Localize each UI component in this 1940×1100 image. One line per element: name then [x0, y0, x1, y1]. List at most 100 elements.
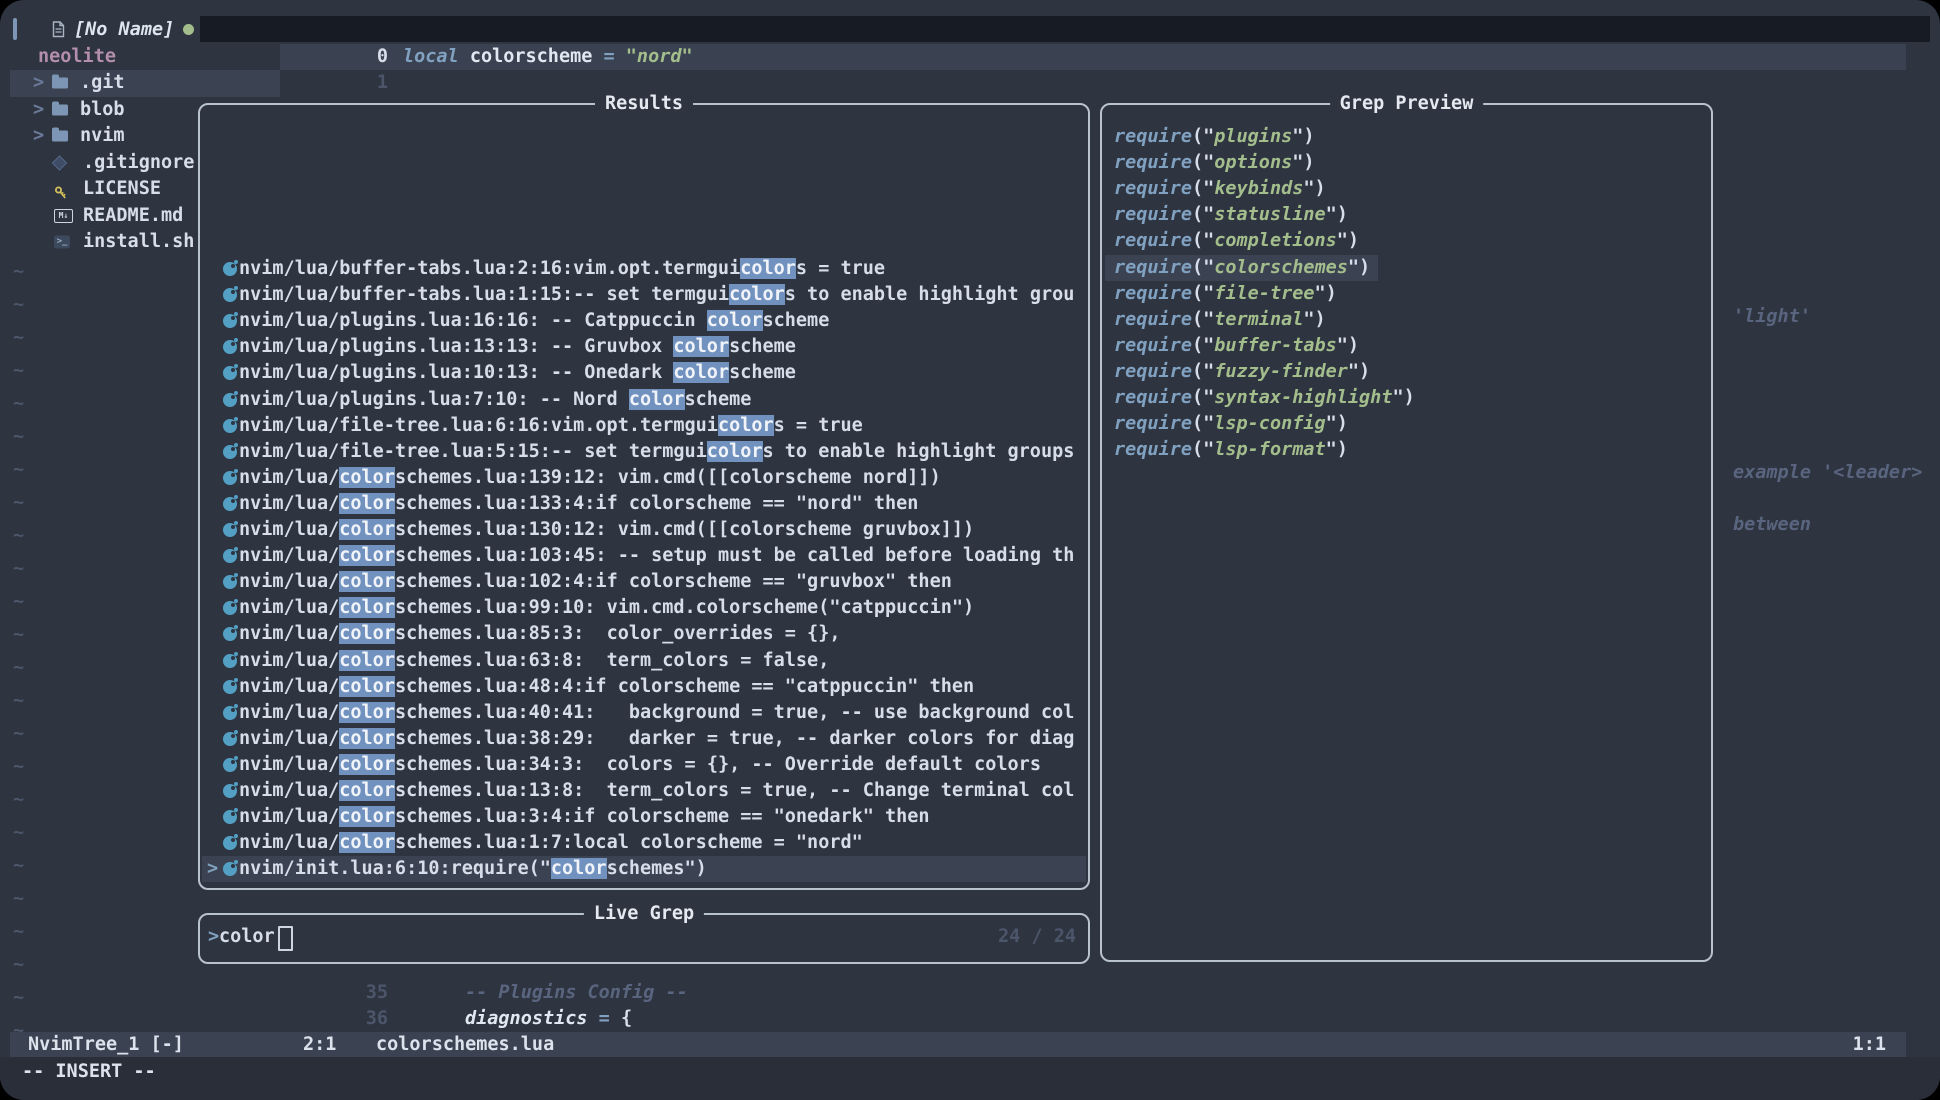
- module-string: completions: [1214, 230, 1337, 251]
- tilde: ~: [13, 295, 24, 315]
- result-text: nvim/lua/colorschemes.lua:103:45: -- set…: [239, 543, 1074, 569]
- result-text: nvim/lua/colorschemes.lua:85:3: color_ov…: [239, 621, 840, 647]
- tab-no-name[interactable]: [No Name]: [40, 15, 206, 43]
- result-row[interactable]: nvim/lua/buffer-tabs.lua:1:15:-- set ter…: [202, 282, 1086, 308]
- chevron-right-icon[interactable]: >: [33, 70, 44, 97]
- match-highlight: color: [339, 728, 395, 749]
- result-row[interactable]: nvim/lua/colorschemes.lua:139:12: vim.cm…: [202, 465, 1086, 491]
- match-highlight: color: [339, 467, 395, 488]
- require-keyword: require: [1114, 309, 1192, 330]
- close-paren-quote: "): [1315, 283, 1337, 304]
- close-paren-quote: "): [1326, 204, 1348, 225]
- preview-line-content: require("plugins"): [1105, 124, 1323, 150]
- lua-file-icon: [223, 288, 237, 302]
- result-row[interactable]: nvim/lua/colorschemes.lua:34:3: colors =…: [202, 752, 1086, 778]
- file-tree-root[interactable]: neolite: [38, 44, 116, 71]
- result-row[interactable]: nvim/lua/file-tree.lua:5:15:-- set termg…: [202, 439, 1086, 465]
- result-row[interactable]: nvim/lua/colorschemes.lua:102:4:if color…: [202, 569, 1086, 595]
- file-name: nvim: [80, 123, 125, 150]
- buffer-fragment-leader: example '<leader>: [1733, 460, 1922, 486]
- result-row[interactable]: nvim/lua/plugins.lua:10:13: -- Onedark c…: [202, 360, 1086, 386]
- results-counter: 24 / 24: [998, 915, 1076, 959]
- result-text: nvim/lua/colorschemes.lua:63:8: term_col…: [239, 648, 829, 674]
- tab-indicator-bar: [13, 18, 17, 40]
- open-paren-quote: (": [1192, 178, 1214, 199]
- lua-file-icon: [223, 419, 237, 433]
- chevron-right-icon[interactable]: >: [33, 123, 44, 150]
- chevron-right-icon[interactable]: >: [33, 97, 44, 124]
- result-row[interactable]: nvim/lua/colorschemes.lua:40:41: backgro…: [202, 700, 1086, 726]
- tilde: ~: [13, 691, 24, 711]
- match-highlight: color: [339, 754, 395, 775]
- match-highlight: color: [729, 284, 785, 305]
- result-row[interactable]: nvim/lua/colorschemes.lua:103:45: -- set…: [202, 543, 1086, 569]
- preview-line: require("file-tree"): [1102, 281, 1705, 307]
- result-row[interactable]: nvim/lua/colorschemes.lua:85:3: color_ov…: [202, 621, 1086, 647]
- match-highlight: color: [339, 545, 395, 566]
- tilde: ~: [13, 625, 24, 645]
- file-tree-item-.git[interactable]: >.git: [10, 70, 280, 97]
- close-paren-quote: "): [1337, 230, 1359, 251]
- result-row[interactable]: nvim/lua/colorschemes.lua:38:29: darker …: [202, 726, 1086, 752]
- result-row[interactable]: nvim/lua/colorschemes.lua:63:8: term_col…: [202, 648, 1086, 674]
- preview-line-content: require("statusline"): [1105, 202, 1356, 228]
- key-icon: [54, 182, 68, 196]
- editor-code-line-35: -- Plugins Config --: [465, 980, 688, 1006]
- match-highlight: color: [339, 623, 395, 644]
- match-highlight: color: [339, 676, 395, 697]
- result-text: nvim/lua/buffer-tabs.lua:2:16:vim.opt.te…: [239, 256, 885, 282]
- folder-icon: [52, 131, 68, 142]
- result-text: nvim/lua/colorschemes.lua:48:4:if colors…: [239, 674, 974, 700]
- result-text: nvim/lua/plugins.lua:16:16: -- Catppucci…: [239, 308, 829, 334]
- preview-line: require("completions"): [1102, 228, 1705, 254]
- live-grep-panel[interactable]: Live Grep > color 24 / 24: [198, 913, 1090, 964]
- tilde: ~: [13, 526, 24, 546]
- tilde: ~: [13, 361, 24, 381]
- result-text: nvim/lua/colorschemes.lua:139:12: vim.cm…: [239, 465, 941, 491]
- module-string: statusline: [1214, 204, 1325, 225]
- module-string: colorschemes: [1214, 257, 1348, 278]
- match-highlight: color: [629, 389, 685, 410]
- result-text: nvim/init.lua:6:10:require("colorschemes…: [239, 856, 707, 882]
- result-row[interactable]: nvim/lua/file-tree.lua:6:16:vim.opt.term…: [202, 413, 1086, 439]
- preview-line-content: require("lsp-config"): [1105, 411, 1356, 437]
- result-row[interactable]: nvim/lua/colorschemes.lua:133:4:if color…: [202, 491, 1086, 517]
- result-row[interactable]: nvim/lua/colorschemes.lua:99:10: vim.cmd…: [202, 595, 1086, 621]
- result-text: nvim/lua/colorschemes.lua:34:3: colors =…: [239, 752, 1041, 778]
- preview-line: require("lsp-format"): [1102, 437, 1705, 463]
- result-row[interactable]: nvim/lua/colorschemes.lua:3:4:if colorsc…: [202, 804, 1086, 830]
- file-name: .gitignore: [83, 150, 194, 177]
- result-row[interactable]: nvim/lua/colorschemes.lua:1:7:local colo…: [202, 830, 1086, 856]
- result-row[interactable]: nvim/lua/colorschemes.lua:48:4:if colors…: [202, 674, 1086, 700]
- close-paren-quote: "): [1303, 178, 1325, 199]
- prompt-caret: >: [208, 915, 219, 959]
- require-keyword: require: [1114, 178, 1192, 199]
- match-highlight: color: [673, 362, 729, 383]
- lua-file-icon: [223, 836, 237, 850]
- close-paren-quote: "): [1326, 413, 1348, 434]
- open-paren-quote: (": [1192, 204, 1214, 225]
- result-text: nvim/lua/colorschemes.lua:99:10: vim.cmd…: [239, 595, 974, 621]
- open-paren-quote: (": [1192, 413, 1214, 434]
- match-highlight: color: [707, 310, 763, 331]
- module-string: lsp-format: [1214, 439, 1325, 460]
- result-row[interactable]: nvim/lua/plugins.lua:13:13: -- Gruvbox c…: [202, 334, 1086, 360]
- require-keyword: require: [1114, 152, 1192, 173]
- result-row[interactable]: nvim/lua/plugins.lua:7:10: -- Nord color…: [202, 387, 1086, 413]
- match-highlight: color: [339, 702, 395, 723]
- tilde: ~: [13, 955, 24, 975]
- result-text: nvim/lua/colorschemes.lua:40:41: backgro…: [239, 700, 1074, 726]
- result-row[interactable]: nvim/lua/colorschemes.lua:13:8: term_col…: [202, 778, 1086, 804]
- preview-line: require("plugins"): [1102, 124, 1705, 150]
- result-row[interactable]: nvim/lua/colorschemes.lua:130:12: vim.cm…: [202, 517, 1086, 543]
- tabline-fill: [200, 16, 1930, 42]
- match-highlight: color: [718, 415, 774, 436]
- result-row[interactable]: >nvim/init.lua:6:10:require("colorscheme…: [202, 856, 1086, 882]
- editor-code-line-0: local colorscheme = "nord": [403, 44, 693, 70]
- search-query-input[interactable]: color: [219, 915, 275, 959]
- tilde: ~: [13, 592, 24, 612]
- result-row[interactable]: nvim/lua/buffer-tabs.lua:2:16:vim.opt.te…: [202, 256, 1086, 282]
- file-name: install.sh: [83, 229, 194, 256]
- lua-file-icon: [223, 523, 237, 537]
- result-row[interactable]: nvim/lua/plugins.lua:16:16: -- Catppucci…: [202, 308, 1086, 334]
